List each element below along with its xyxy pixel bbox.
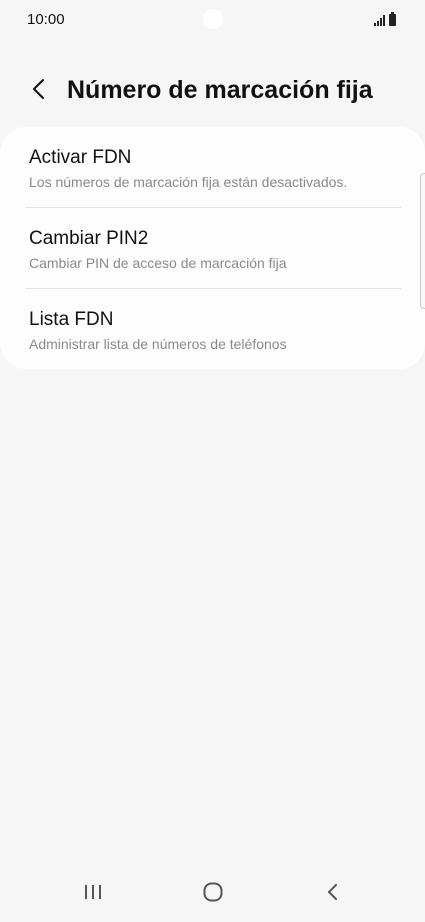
nav-back-icon — [328, 884, 337, 900]
navigation-bar — [0, 868, 425, 916]
nav-back-button[interactable] — [312, 878, 352, 906]
recent-apps-button[interactable] — [73, 878, 113, 906]
back-button[interactable] — [23, 72, 55, 106]
recent-apps-icon — [85, 885, 101, 899]
signal-icon — [374, 14, 385, 26]
scrollbar[interactable] — [420, 173, 425, 309]
settings-card: Activar FDN Los números de marcación fij… — [0, 127, 425, 369]
list-item-lista-fdn[interactable]: Lista FDN Administrar lista de números d… — [0, 289, 425, 369]
chevron-left-icon — [33, 79, 44, 99]
battery-icon — [389, 12, 396, 26]
status-time: 10:00 — [27, 11, 65, 28]
list-item-activar-fdn[interactable]: Activar FDN Los números de marcación fij… — [0, 127, 425, 207]
home-icon — [203, 882, 223, 902]
item-title: Lista FDN — [29, 309, 114, 330]
item-title: Cambiar PIN2 — [29, 228, 149, 249]
status-bar: 10:00 — [0, 0, 425, 40]
list-item-cambiar-pin2[interactable]: Cambiar PIN2 Cambiar PIN de acceso de ma… — [0, 208, 425, 288]
page-title: Número de marcación fija — [67, 76, 373, 104]
item-title: Activar FDN — [29, 147, 132, 168]
item-subtitle: Cambiar PIN de acceso de marcación fija — [29, 255, 287, 271]
item-subtitle: Administrar lista de números de teléfono… — [29, 336, 287, 352]
camera-cutout — [203, 9, 223, 29]
status-icons — [374, 12, 396, 26]
home-button[interactable] — [193, 878, 233, 906]
item-subtitle: Los números de marcación fija están desa… — [29, 174, 348, 190]
app-bar: Número de marcación fija — [0, 64, 425, 114]
